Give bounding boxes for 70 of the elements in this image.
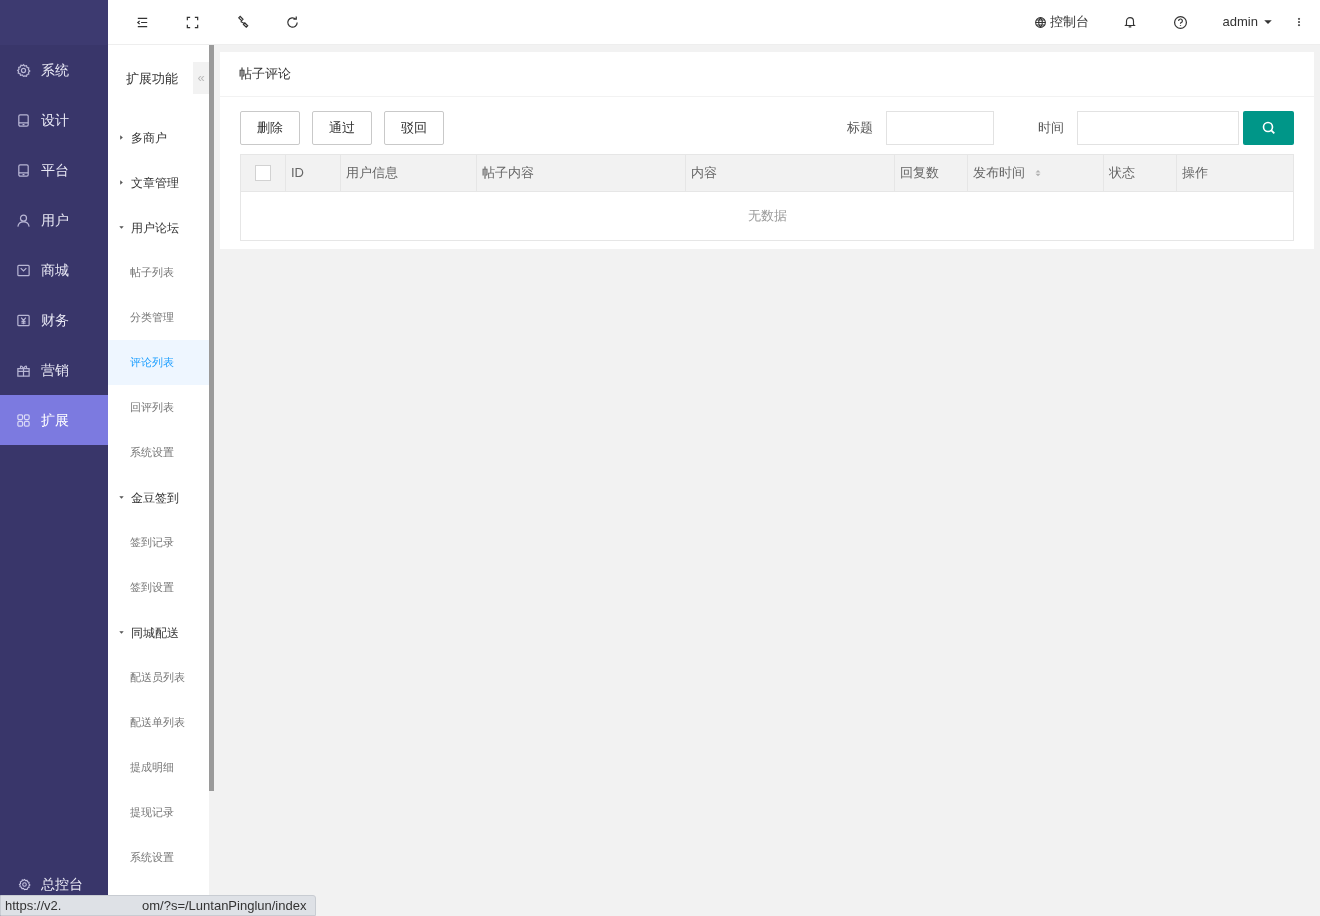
column-header: 状态 xyxy=(1109,164,1135,183)
menu-item[interactable]: 系统设置 xyxy=(108,430,209,475)
select-all-checkbox[interactable] xyxy=(255,165,271,181)
column-header: 操作 xyxy=(1182,164,1208,183)
menu-item[interactable]: 签到设置 xyxy=(108,565,209,610)
console-link[interactable]: 控制台 xyxy=(1033,12,1089,32)
search-button[interactable] xyxy=(1243,111,1294,145)
sidebar-item[interactable]: 用户 xyxy=(0,195,108,245)
help-icon xyxy=(1172,14,1188,30)
action-button[interactable]: 删除 xyxy=(240,111,300,145)
menu-item[interactable]: 提成明细 xyxy=(108,745,209,790)
menu-item[interactable]: 签到记录 xyxy=(108,520,209,565)
search-icon xyxy=(1260,120,1277,136)
menu-item[interactable]: 帖子列表 xyxy=(108,250,209,295)
sidebar-item[interactable]: 营销 xyxy=(0,345,108,395)
status-url: om/?s=/LuntanPinglun/index xyxy=(142,896,307,915)
menu-group[interactable]: 同城配送 xyxy=(108,610,209,655)
caret-icon xyxy=(118,224,125,231)
yen-icon xyxy=(16,312,31,328)
caret-icon xyxy=(118,179,125,186)
menu-item[interactable]: 提现记录 xyxy=(108,790,209,835)
column-header: 回复数 xyxy=(900,164,939,183)
globe-icon xyxy=(1033,15,1047,29)
column-header: 帖子内容 xyxy=(482,164,534,183)
column-header[interactable]: 发布时间 xyxy=(973,163,1025,183)
empty-message: 无数据 xyxy=(747,207,787,226)
sidebar-item[interactable]: 扩展 xyxy=(0,395,108,445)
caret-icon xyxy=(118,494,125,501)
gear-icon xyxy=(16,62,31,78)
status-url: https://v2. xyxy=(5,896,63,915)
filter-input[interactable] xyxy=(886,111,994,145)
caret-icon xyxy=(118,134,125,141)
bell-icon xyxy=(1122,15,1137,29)
menu-group[interactable]: 多商户 xyxy=(108,115,209,160)
menu-item[interactable]: 分类管理 xyxy=(108,295,209,340)
menu-group[interactable]: 文章管理 xyxy=(108,160,209,205)
sort-icon xyxy=(1033,168,1043,178)
grid-icon xyxy=(16,412,31,428)
action-button[interactable]: 驳回 xyxy=(384,111,444,145)
menu-item[interactable]: 配送员列表 xyxy=(108,655,209,700)
menu-group[interactable]: 金豆签到 xyxy=(108,475,209,520)
refresh-icon xyxy=(284,14,300,30)
menu-item[interactable]: 配送单列表 xyxy=(108,700,209,745)
caret-icon xyxy=(118,629,125,636)
sidebar-item[interactable]: 商城 xyxy=(0,245,108,295)
box-icon xyxy=(16,262,31,278)
column-header: ID xyxy=(291,164,304,183)
sidebar-item[interactable]: 系统 xyxy=(0,45,108,95)
sidebar-item[interactable]: 平台 xyxy=(0,145,108,195)
fullscreen-icon xyxy=(184,14,200,30)
column-header: 用户信息 xyxy=(346,164,398,183)
help-button[interactable] xyxy=(1172,14,1189,30)
column-header: 内容 xyxy=(691,164,717,183)
menu-item[interactable]: 系统设置 xyxy=(108,835,209,880)
submenu-title: 扩展功能 xyxy=(125,69,179,88)
action-button[interactable]: 通过 xyxy=(312,111,372,145)
gear-icon xyxy=(18,877,31,891)
sidebar-item[interactable]: 总控台 xyxy=(41,873,83,895)
filter-label: 时间 xyxy=(1038,119,1064,138)
sidebar-item[interactable]: 设计 xyxy=(0,95,108,145)
menu-group[interactable]: 用户论坛 xyxy=(108,205,209,250)
user-menu[interactable]: admin xyxy=(1222,12,1274,32)
user-icon xyxy=(16,212,31,228)
card-title: 帖子评论 xyxy=(220,52,1314,97)
menu-item[interactable]: 回评列表 xyxy=(108,385,209,430)
filter-label: 标题 xyxy=(847,119,873,138)
tablet-icon xyxy=(16,162,31,178)
sidebar-item[interactable]: 财务 xyxy=(0,295,108,345)
tablet-icon xyxy=(16,112,31,128)
filter-input[interactable] xyxy=(1077,111,1239,145)
